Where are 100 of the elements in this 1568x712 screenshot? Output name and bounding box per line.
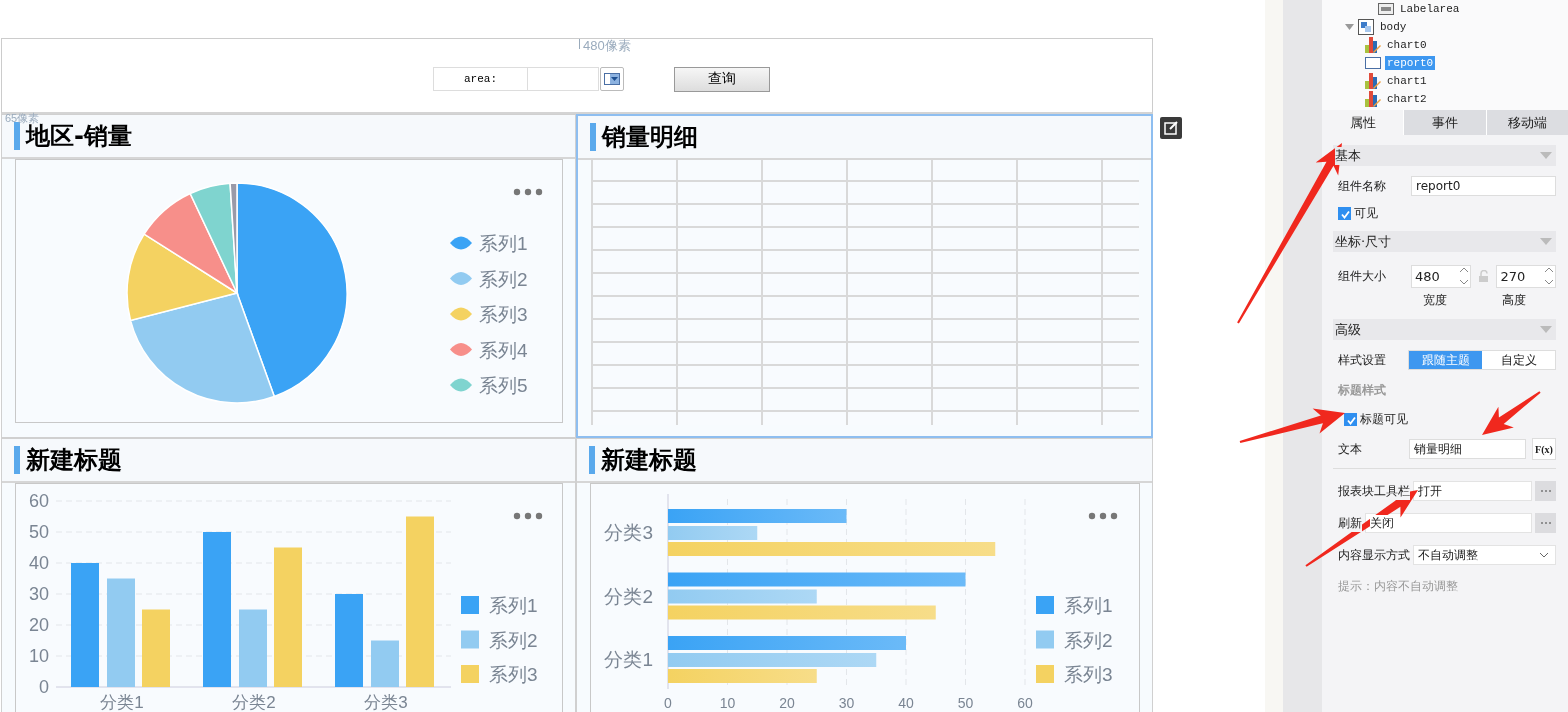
hint-text: 提示：内容不自动调整 (1337, 578, 1459, 595)
legend-label: 系列2 (1064, 629, 1113, 651)
tab[interactable]: 移动端 (1485, 110, 1568, 135)
axis-label: 分类3 (364, 693, 408, 711)
formula-button[interactable]: F(x) (1532, 438, 1556, 460)
legend-label: 系列3 (1064, 664, 1113, 685)
field-caption: 高度 (1502, 292, 1526, 309)
widget-title: 新建标题 (601, 448, 697, 472)
field-label: 组件大小 (1338, 267, 1387, 285)
axis-label: 50 (28, 522, 49, 542)
area-field[interactable] (528, 67, 599, 91)
bar (371, 640, 399, 687)
layout-icon (1358, 19, 1374, 35)
legend-label: 系列2 (479, 268, 528, 290)
number-field[interactable]: 270 (1496, 264, 1556, 288)
splitter-bar[interactable] (1283, 0, 1322, 712)
tree-item[interactable]: chart0 (1385, 38, 1429, 52)
widget-title: 地区-销量 (26, 124, 132, 148)
checkbox[interactable] (1344, 412, 1357, 426)
more-icon (1539, 489, 1552, 493)
widget-panel[interactable]: 新建标题 0 10 20 30 40 50 60 分类3 分类2 分类1 系列1 系列2 系列3 (576, 438, 1153, 712)
report-icon (1365, 57, 1381, 69)
legend-label: 系列3 (489, 664, 538, 685)
chart-icon (1365, 91, 1381, 107)
accent-bar (14, 122, 20, 150)
tree-item[interactable]: Labelarea (1398, 2, 1462, 16)
section-header[interactable]: 基本 (1335, 146, 1361, 165)
accent-bar (590, 123, 596, 151)
query-button[interactable]: 查询 (674, 66, 770, 92)
more-button[interactable] (1535, 513, 1556, 533)
tree-item[interactable]: chart2 (1385, 92, 1429, 106)
field-label: 组件名称 (1338, 177, 1387, 195)
field-caption: 宽度 (1423, 292, 1447, 309)
section-header[interactable]: 坐标·尺寸 (1335, 232, 1392, 251)
dropdown-icon (604, 73, 620, 85)
field-label: 文本 (1338, 440, 1363, 458)
field-label: 刷新 (1338, 514, 1362, 532)
axis-label: 30 (28, 584, 49, 604)
field-label: 报表块工具栏 (1338, 482, 1410, 500)
axis-label: 0 (39, 677, 49, 697)
axis-label: 分类2 (232, 693, 276, 711)
legend-label: 系列1 (489, 595, 538, 616)
text-field[interactable]: 关闭 (1365, 513, 1532, 533)
axis-label: 0 (664, 695, 672, 711)
more-button[interactable] (1535, 481, 1556, 501)
checkbox[interactable] (1338, 206, 1351, 220)
axis-label: 分类1 (604, 649, 653, 670)
spinner-icon[interactable] (1457, 265, 1470, 287)
legend-label: 系列1 (479, 233, 528, 254)
widget-title: 新建标题 (26, 448, 122, 472)
accent-bar (14, 446, 20, 474)
chart-icon (1365, 37, 1381, 53)
axis-label: 40 (28, 553, 49, 573)
legend-label: 系列2 (489, 629, 538, 651)
legend-label: 系列1 (1064, 595, 1113, 616)
select-field[interactable]: 不自动调整 (1413, 545, 1556, 565)
axis-label: 40 (898, 695, 914, 711)
more-icon[interactable] (1088, 512, 1118, 520)
more-icon (1539, 521, 1552, 525)
arrow (1482, 391, 1541, 435)
group-heading: 标题样式 (1337, 382, 1387, 399)
dropdown-button[interactable] (600, 67, 624, 91)
axis-label: 60 (28, 491, 49, 511)
tab[interactable]: 事件 (1403, 110, 1486, 135)
section-header[interactable]: 高级 (1335, 320, 1361, 339)
field-label: 内容显示方式 (1338, 546, 1410, 564)
axis-label: 20 (779, 695, 795, 711)
checkbox-label: 可见 (1354, 204, 1378, 222)
more-icon[interactable] (513, 188, 543, 196)
number-field[interactable]: 480 (1411, 264, 1471, 288)
axis-label: 分类1 (100, 693, 144, 711)
text-field[interactable]: 销量明细 (1409, 439, 1526, 459)
chart-icon (1365, 73, 1381, 89)
legend-label: 系列3 (479, 304, 528, 325)
widget-title: 销量明细 (602, 125, 698, 149)
widget-panel[interactable]: 新建标题 0 10 20 30 40 50 60 分类1 分类2 分类3 系列1 系列2 系列3 (1, 438, 576, 712)
axis-label: 30 (838, 695, 855, 711)
axis-label: 10 (28, 646, 49, 666)
tree-item[interactable]: chart1 (1385, 74, 1429, 88)
caret-icon[interactable] (1345, 24, 1354, 30)
axis-label: 10 (719, 695, 736, 711)
text-field[interactable]: 打开 (1413, 481, 1532, 501)
chevron-icon[interactable] (1539, 552, 1549, 558)
legend-label: 系列5 (479, 375, 528, 396)
segment-option[interactable]: 自定义 (1482, 351, 1555, 369)
axis-label: 分类2 (604, 585, 653, 607)
axis-label: 50 (957, 695, 974, 711)
text-field[interactable]: report0 (1411, 176, 1556, 196)
tree-item[interactable]: body (1378, 20, 1409, 34)
axis-label: 分类3 (604, 522, 653, 543)
axis-label: 20 (28, 615, 49, 635)
field-label: 样式设置 (1338, 351, 1387, 369)
accent-bar (589, 446, 595, 474)
height-hint: 65像素 (5, 112, 40, 124)
axis-label: 60 (1017, 695, 1033, 711)
label-icon (1378, 3, 1394, 15)
more-icon[interactable] (513, 512, 543, 520)
spinner-icon[interactable] (1543, 265, 1555, 287)
edit-icon[interactable] (1160, 117, 1182, 139)
widget-panel[interactable]: 销量明细 (576, 114, 1153, 438)
